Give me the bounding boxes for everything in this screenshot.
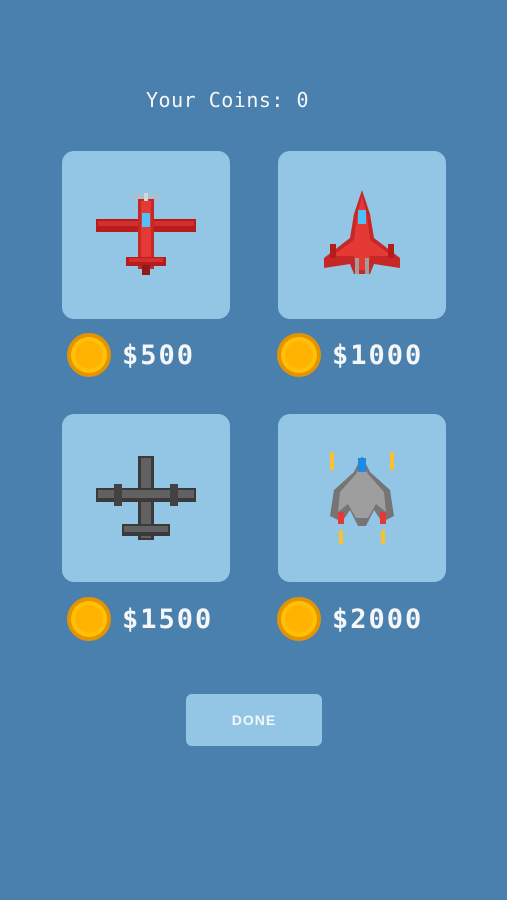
shop-item-4-price: $2000 (332, 603, 424, 635)
coin-icon (277, 597, 321, 641)
red-propeller-plane-icon (96, 193, 196, 275)
shop-item-1-price: $500 (122, 339, 196, 371)
shop-item-3-price-row: $1500 (66, 594, 213, 644)
shop-item-3-price: $1500 (122, 603, 214, 635)
shop-item-1-price-row: $500 (66, 330, 195, 380)
shop-item-4-card[interactable] (278, 414, 446, 582)
done-button[interactable]: DONE (186, 694, 322, 746)
shop-item-2-price: $1000 (332, 339, 424, 371)
shop-item-2-card[interactable] (278, 151, 446, 319)
shop-item-4-price-row: $2000 (276, 594, 423, 644)
shop-item-3-card[interactable] (62, 414, 230, 582)
coin-icon (67, 333, 111, 377)
coin-icon (277, 333, 321, 377)
gray-cargo-plane-icon (96, 456, 196, 540)
shop-item-1-card[interactable] (62, 151, 230, 319)
gray-starfighter-icon (330, 452, 394, 544)
red-jet-fighter-icon (324, 190, 400, 274)
coins-counter: Your Coins: 0 (146, 88, 310, 112)
shop-item-2-price-row: $1000 (276, 330, 423, 380)
coin-icon (67, 597, 111, 641)
